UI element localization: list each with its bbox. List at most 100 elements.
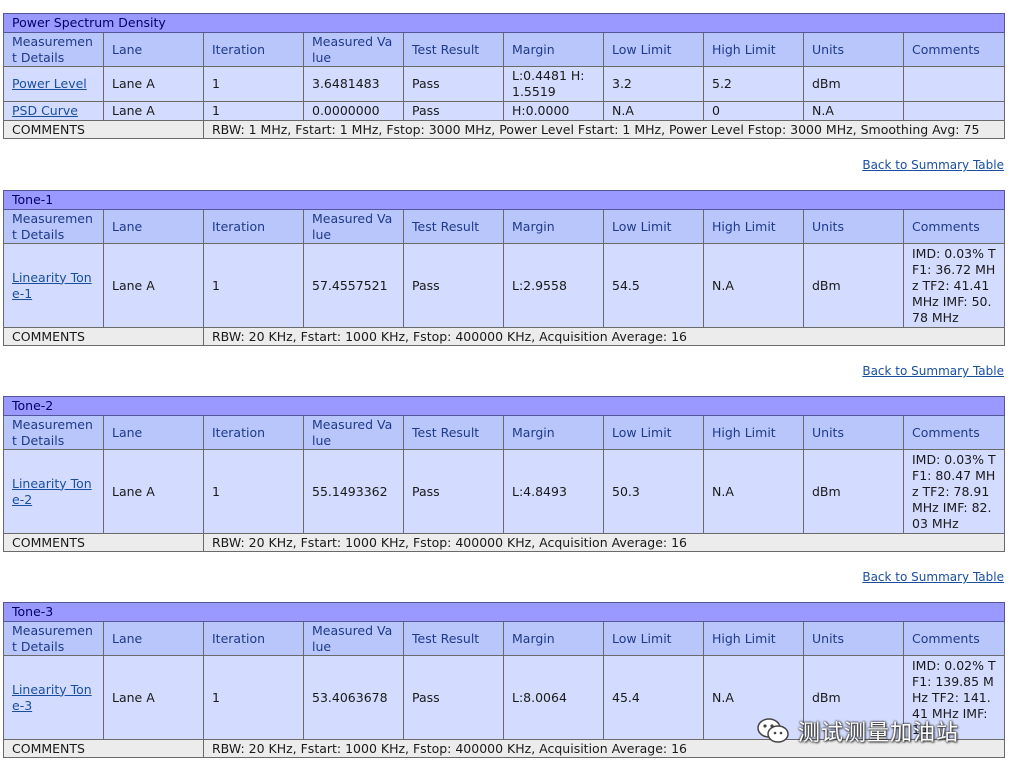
margin-cell: L:4.8493 (503, 449, 604, 534)
comments-label: COMMENTS (3, 533, 204, 552)
col-header-measured: Measured Value (303, 209, 404, 244)
col-header-measured: Measured Value (303, 621, 404, 656)
result-cell: Pass (403, 449, 504, 534)
col-header-low: Low Limit (603, 621, 704, 656)
margin-cell: L:0.4481 H:1.5519 (503, 66, 604, 102)
section-title: Tone-3 (2, 602, 1006, 622)
col-header-iteration: Iteration (203, 415, 304, 450)
details-link[interactable]: PSD Curve (12, 103, 78, 118)
comments-row: COMMENTS RBW: 20 KHz, Fstart: 1000 KHz, … (3, 533, 1006, 552)
iteration-cell: 1 (203, 243, 304, 328)
col-header-high: High Limit (703, 415, 804, 450)
result-cell: Pass (403, 66, 504, 102)
col-header-units: Units (803, 209, 904, 244)
lane-cell: Lane A (103, 449, 204, 534)
col-header-comments: Comments (902, 209, 1006, 244)
col-header-margin: Margin (503, 415, 604, 450)
high-limit-cell: 5.2 (703, 66, 804, 102)
comments-label: COMMENTS (3, 120, 204, 139)
high-limit-cell: N.A (703, 449, 804, 534)
comments-text: RBW: 20 KHz, Fstart: 1000 KHz, Fstop: 40… (202, 327, 1006, 346)
measured-cell: 0.0000000 (303, 101, 404, 121)
comments-cell: IMD: 0.02% TF1: 139.85 MHz TF2: 141.41 M… (902, 655, 1006, 740)
comments-row: COMMENTS RBW: 1 MHz, Fstart: 1 MHz, Fsto… (3, 120, 1006, 139)
details-link[interactable]: Linearity Tone-2 (12, 476, 92, 507)
result-cell: Pass (403, 243, 504, 328)
comments-row: COMMENTS RBW: 20 KHz, Fstart: 1000 KHz, … (3, 739, 1006, 758)
details-link[interactable]: Linearity Tone-3 (12, 682, 92, 713)
low-limit-cell: 3.2 (603, 66, 704, 102)
col-header-low: Low Limit (603, 415, 704, 450)
section-power-spectrum-density: Power Spectrum Density Measurement Detai… (2, 13, 1006, 139)
table-row: PSD Curve Lane A 1 0.0000000 Pass H:0.00… (3, 101, 1006, 121)
col-header-iteration: Iteration (203, 621, 304, 656)
col-header-comments: Comments (902, 621, 1006, 656)
comments-text: RBW: 20 KHz, Fstart: 1000 KHz, Fstop: 40… (202, 739, 1006, 758)
table-row: Power Level Lane A 1 3.6481483 Pass L:0.… (3, 66, 1006, 102)
details-link[interactable]: Power Level (12, 76, 87, 91)
units-cell: dBm (803, 243, 904, 328)
col-header-result: Test Result (403, 32, 504, 67)
lane-cell: Lane A (103, 655, 204, 740)
col-header-lane: Lane (103, 32, 204, 67)
col-header-units: Units (803, 32, 904, 67)
measured-cell: 55.1493362 (303, 449, 404, 534)
back-to-summary-link[interactable]: Back to Summary Table (862, 570, 1004, 584)
col-header-high: High Limit (703, 621, 804, 656)
results-table: Power Spectrum Density Measurement Detai… (2, 13, 1006, 139)
low-limit-cell: 54.5 (603, 243, 704, 328)
margin-cell: L:8.0064 (503, 655, 604, 740)
lane-cell: Lane A (103, 101, 204, 121)
high-limit-cell: N.A (703, 243, 804, 328)
col-header-high: High Limit (703, 209, 804, 244)
section-title: Tone-2 (2, 396, 1006, 416)
back-to-summary-link[interactable]: Back to Summary Table (862, 158, 1004, 172)
col-header-result: Test Result (403, 209, 504, 244)
measured-cell: 3.6481483 (303, 66, 404, 102)
section-title: Tone-1 (2, 190, 1006, 210)
units-cell: dBm (803, 66, 904, 102)
col-header-details: Measurement Details (3, 32, 104, 67)
col-header-details: Measurement Details (3, 415, 104, 450)
col-header-margin: Margin (503, 32, 604, 67)
col-header-lane: Lane (103, 621, 204, 656)
col-header-result: Test Result (403, 621, 504, 656)
units-cell: dBm (803, 655, 904, 740)
iteration-cell: 1 (203, 66, 304, 102)
result-cell: Pass (403, 655, 504, 740)
table-row: Linearity Tone-2 Lane A 1 55.1493362 Pas… (3, 449, 1006, 534)
section-title: Power Spectrum Density (2, 13, 1006, 33)
iteration-cell: 1 (203, 449, 304, 534)
col-header-low: Low Limit (603, 32, 704, 67)
comments-label: COMMENTS (3, 327, 204, 346)
units-cell: N.A (803, 101, 904, 121)
low-limit-cell: 45.4 (603, 655, 704, 740)
details-link[interactable]: Linearity Tone-1 (12, 270, 92, 301)
lane-cell: Lane A (103, 66, 204, 102)
section-tone-2: Tone-2 Measurement Details Lane Iteratio… (2, 396, 1006, 552)
comments-cell (902, 66, 1006, 102)
comments-row: COMMENTS RBW: 20 KHz, Fstart: 1000 KHz, … (3, 327, 1006, 346)
measured-cell: 53.4063678 (303, 655, 404, 740)
table-row: Linearity Tone-1 Lane A 1 57.4557521 Pas… (3, 243, 1006, 328)
measured-cell: 57.4557521 (303, 243, 404, 328)
comments-text: RBW: 20 KHz, Fstart: 1000 KHz, Fstop: 40… (202, 533, 1006, 552)
col-header-comments: Comments (902, 415, 1006, 450)
comments-text: RBW: 1 MHz, Fstart: 1 MHz, Fstop: 3000 M… (202, 120, 1006, 139)
section-tone-1: Tone-1 Measurement Details Lane Iteratio… (2, 190, 1006, 346)
col-header-margin: Margin (503, 621, 604, 656)
margin-cell: L:2.9558 (503, 243, 604, 328)
col-header-units: Units (803, 415, 904, 450)
table-row: Linearity Tone-3 Lane A 1 53.4063678 Pas… (3, 655, 1006, 740)
col-header-high: High Limit (703, 32, 804, 67)
back-to-summary-link[interactable]: Back to Summary Table (862, 364, 1004, 378)
col-header-lane: Lane (103, 415, 204, 450)
col-header-units: Units (803, 621, 904, 656)
col-header-low: Low Limit (603, 209, 704, 244)
results-table: Tone-1 Measurement Details Lane Iteratio… (2, 190, 1006, 346)
comments-cell: IMD: 0.03% TF1: 80.47 MHz TF2: 78.91 MHz… (902, 449, 1006, 534)
comments-label: COMMENTS (3, 739, 204, 758)
col-header-iteration: Iteration (203, 209, 304, 244)
col-header-details: Measurement Details (3, 621, 104, 656)
col-header-measured: Measured Value (303, 32, 404, 67)
